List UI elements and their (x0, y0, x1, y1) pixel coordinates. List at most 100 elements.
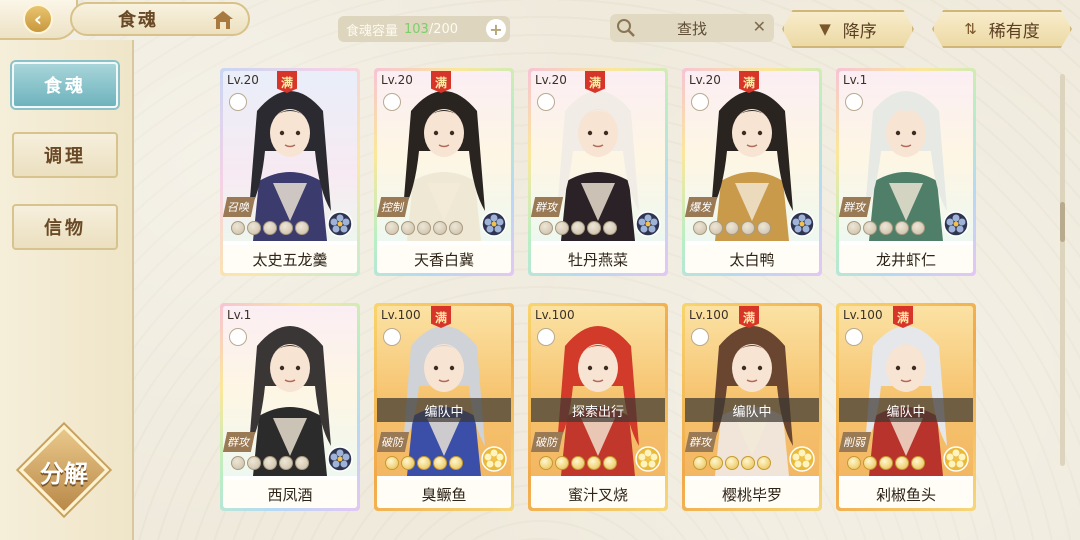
max-level-badge: 满 (431, 71, 451, 93)
star-icon (555, 221, 569, 235)
card-level: Lv.1 (227, 308, 252, 322)
card-name-bar: 牡丹燕菜 (531, 245, 665, 273)
star-icon (449, 456, 463, 470)
card-level: Lv.100 (689, 308, 729, 322)
role-badge: 群攻 (839, 197, 872, 217)
element-flower-icon (327, 446, 353, 472)
star-icon (279, 221, 293, 235)
scrollbar-thumb[interactable] (1060, 202, 1065, 242)
star-icon (725, 456, 739, 470)
sidebar-item-label: 信物 (44, 218, 86, 239)
card-name-bar: 樱桃毕罗 (685, 480, 819, 508)
search-placeholder: 查找 (676, 19, 707, 38)
chevron-left-icon: ‹ (23, 4, 53, 34)
star-icon (433, 221, 447, 235)
star-icon (385, 456, 399, 470)
star-icon (863, 221, 877, 235)
bowl-icon (537, 93, 555, 111)
food-soul-card[interactable]: Lv.20 满 控制 天香白冀 (374, 68, 514, 276)
star-icon (709, 456, 723, 470)
food-soul-card[interactable]: Lv.100 满 编队中 破防 臭鳜鱼 (374, 303, 514, 511)
star-icon (603, 221, 617, 235)
star-icon (263, 221, 277, 235)
bowl-icon (229, 93, 247, 111)
star-icon (385, 221, 399, 235)
role-badge: 群攻 (531, 197, 564, 217)
food-soul-card[interactable]: Lv.20 满 召唤 太史五龙羹 (220, 68, 360, 276)
card-frame: Lv.20 满 爆发 太白鸭 (685, 71, 819, 273)
sidebar-item-shihun[interactable]: 食魂 (12, 62, 118, 108)
sidebar-item-xinwu[interactable]: 信物 (12, 204, 118, 250)
card-level: Lv.20 (689, 73, 721, 87)
bowl-icon (537, 328, 555, 346)
card-status: 编队中 (685, 398, 819, 422)
star-icon (911, 456, 925, 470)
star-icon (741, 221, 755, 235)
star-rating (847, 221, 925, 235)
max-level-badge: 满 (277, 71, 297, 93)
sidebar-item-tiaoli[interactable]: 调理 (12, 132, 118, 178)
star-icon (539, 221, 553, 235)
star-icon (863, 456, 877, 470)
element-flower-icon (789, 211, 815, 237)
clear-search-icon[interactable]: ✕ (753, 17, 766, 36)
card-frame: Lv.100 满 编队中 群攻 樱桃毕罗 (685, 306, 819, 508)
star-icon (693, 221, 707, 235)
role-badge: 控制 (377, 197, 410, 217)
star-icon (587, 221, 601, 235)
bowl-icon (229, 328, 247, 346)
food-soul-card[interactable]: Lv.100 探索出行 破防 蜜汁叉烧 (528, 303, 668, 511)
search-input[interactable]: 查找 ✕ (610, 14, 774, 42)
capacity-current: 103 (404, 21, 429, 37)
star-icon (895, 221, 909, 235)
scrollbar[interactable] (1060, 74, 1065, 466)
search-icon (617, 19, 635, 37)
star-icon (295, 456, 309, 470)
star-icon (709, 221, 723, 235)
role-badge: 破防 (377, 432, 410, 452)
back-button[interactable]: ‹ (0, 0, 78, 40)
max-level-badge: 满 (893, 306, 913, 328)
element-flower-icon (635, 211, 661, 237)
add-capacity-button[interactable]: + (486, 19, 506, 39)
star-icon (417, 221, 431, 235)
star-icon (401, 221, 415, 235)
card-name: 剁椒鱼头 (875, 485, 936, 504)
star-icon (401, 456, 415, 470)
food-soul-card[interactable]: Lv.20 满 爆发 太白鸭 (682, 68, 822, 276)
star-icon (725, 221, 739, 235)
star-icon (279, 456, 293, 470)
sort-rarity-button[interactable]: ⇅ 稀有度 (932, 10, 1072, 48)
star-icon (247, 456, 261, 470)
card-status: 编队中 (839, 398, 973, 422)
decompose-button[interactable]: 分解 (18, 424, 110, 518)
card-status: 编队中 (377, 398, 511, 422)
sort-order-button[interactable]: ▼ 降序 (782, 10, 914, 48)
role-badge: 破防 (531, 432, 564, 452)
star-rating (231, 456, 309, 470)
star-icon (571, 221, 585, 235)
food-soul-card[interactable]: Lv.100 满 编队中 群攻 樱桃毕罗 (682, 303, 822, 511)
star-icon (263, 456, 277, 470)
star-icon (449, 221, 463, 235)
card-name: 龙井虾仁 (875, 250, 936, 269)
food-soul-card[interactable]: Lv.20 满 群攻 牡丹燕菜 (528, 68, 668, 276)
card-name-bar: 蜜汁叉烧 (531, 480, 665, 508)
food-soul-card[interactable]: Lv.1 群攻 西凤酒 (220, 303, 360, 511)
card-name: 臭鳜鱼 (421, 485, 467, 504)
food-soul-card[interactable]: Lv.100 满 编队中 削弱 剁椒鱼头 (836, 303, 976, 511)
food-soul-card[interactable]: Lv.1 群攻 龙井虾仁 (836, 68, 976, 276)
star-rating (539, 221, 617, 235)
element-flower-icon (481, 446, 507, 472)
card-frame: Lv.20 满 召唤 太史五龙羹 (223, 71, 357, 273)
max-level-badge: 满 (739, 71, 759, 93)
card-name: 西凤酒 (267, 485, 313, 504)
card-name-bar: 太史五龙羹 (223, 245, 357, 273)
bowl-icon (845, 93, 863, 111)
bowl-icon (383, 328, 401, 346)
star-icon (847, 221, 861, 235)
star-icon (879, 221, 893, 235)
home-icon[interactable] (212, 10, 234, 30)
page-title: 食魂 (118, 10, 158, 31)
card-frame: Lv.100 满 编队中 破防 臭鳜鱼 (377, 306, 511, 508)
